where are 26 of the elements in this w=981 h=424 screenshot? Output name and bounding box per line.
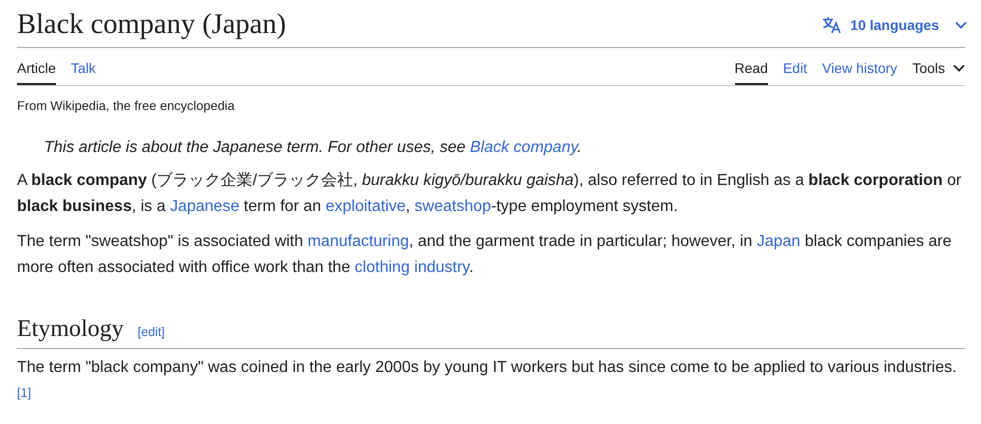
translate-icon [822, 16, 842, 34]
tab[interactable]: Article [17, 48, 56, 85]
tab[interactable]: View history [822, 48, 898, 85]
paragraph: The term "sweatshop" is associated with manufacturing, and the garment trade in particular; however, in Japan black companies are more often associated with office work than the clothing industry. [17, 232, 953, 278]
paragraph: A black company (ブラック企業/ブラック会社, burakku kigyō/burakku gaisha), also referred to in English as a black corporation or black business, is a Japanese term for an exploitative, sweatshop-type employment system. [17, 170, 962, 217]
link[interactable]: Black company [470, 139, 578, 156]
link[interactable]: manufacturing [308, 233, 409, 250]
hatnote: This article is about the Japanese term. For other uses, see Black company. [43, 138, 583, 158]
link[interactable]: sweatshop [414, 198, 492, 215]
paragraph: The term "black company" was coined in the early 2000s by young IT workers but has since come to be applied to various industries. [1] [17, 358, 958, 402]
link[interactable]: clothing industry [354, 258, 470, 276]
edit-link[interactable]: [edit] [138, 324, 165, 342]
link[interactable]: exploitative [326, 198, 406, 215]
link[interactable]: Japanese [170, 198, 240, 215]
tools-menu[interactable]: Tools [912, 48, 965, 85]
citation-link[interactable]: [1] [17, 385, 32, 400]
chevron-down-icon [955, 20, 967, 28]
link[interactable]: Japan [756, 233, 800, 250]
tab[interactable]: Edit [782, 48, 808, 85]
languages-button[interactable]: 10 languages [822, 12, 967, 38]
chevron-down-icon [953, 64, 965, 72]
section-heading: Etymology [17, 315, 124, 344]
tab[interactable]: Read [734, 48, 768, 85]
tagline: From Wikipedia, the free encyclopedia [17, 97, 236, 115]
tab[interactable]: Talk [70, 48, 96, 85]
page-title: Black company (Japan) [17, 8, 286, 40]
